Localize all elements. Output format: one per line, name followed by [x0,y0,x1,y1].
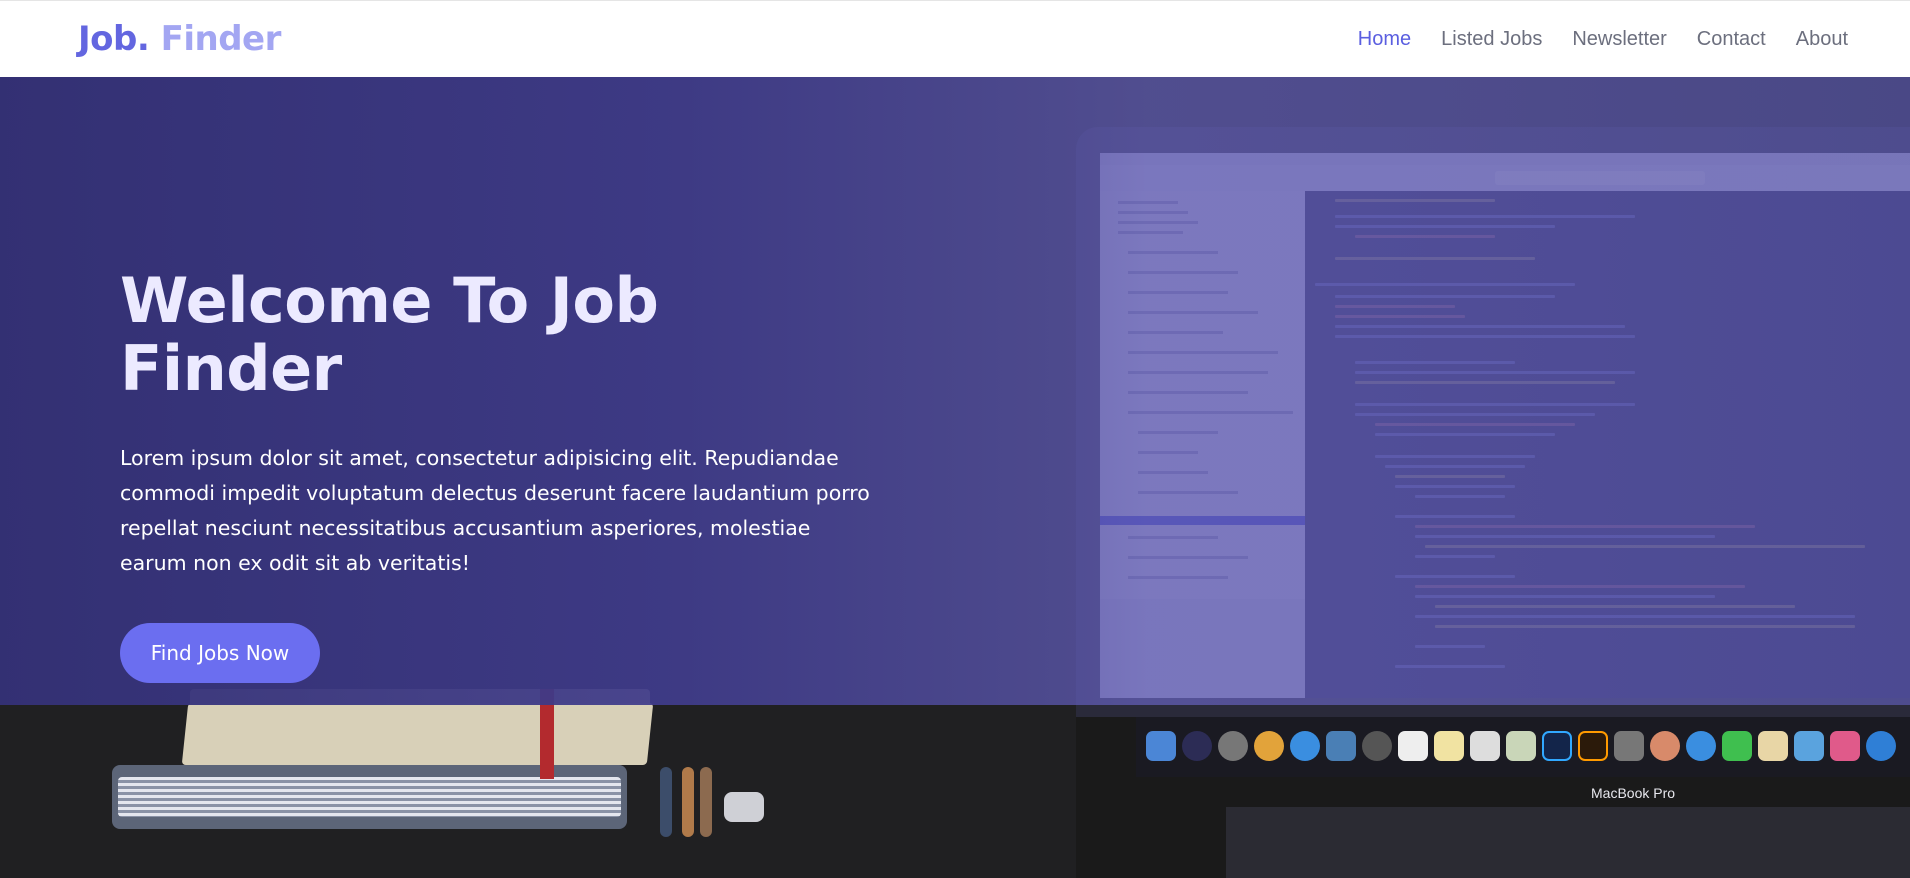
maps-icon [1506,731,1536,761]
illustrator-icon [1578,731,1608,761]
nav-link-newsletter[interactable]: Newsletter [1572,28,1666,51]
settings-icon [1362,731,1392,761]
nav-link-listed-jobs[interactable]: Listed Jobs [1441,28,1542,51]
main-nav: Home Listed Jobs Newsletter Contact Abou… [1358,28,1848,51]
logo-part-finder: Finder [160,19,282,59]
mac-dock [1140,723,1910,769]
hero-description: Lorem ipsum dolor sit amet, consectetur … [120,446,870,576]
siri-icon [1182,731,1212,761]
book [181,703,654,765]
launchpad-icon [1218,731,1248,761]
navbar: Job. Finder Home Listed Jobs Newsletter … [0,0,1910,77]
eraser [724,792,764,822]
preview-icon [1326,731,1356,761]
nav-link-contact[interactable]: Contact [1697,28,1766,51]
pen [660,767,672,837]
numbers-icon [1794,731,1824,761]
pencil [682,767,694,837]
safari-icon [1290,731,1320,761]
find-jobs-button[interactable]: Find Jobs Now [120,623,320,684]
hero-title: Welcome To Job Finder [120,264,659,406]
messages-icon [1686,731,1716,761]
itunes-icon [1830,731,1860,761]
app-store-icon [1866,731,1896,761]
hero-section: MacBook Pro Welcome To Job Finder Lorem … [0,77,1910,878]
reminders-icon [1470,731,1500,761]
hero-content: Welcome To Job Finder Lorem ipsum dolor … [120,264,900,684]
laptop-brand-label: MacBook Pro [1591,785,1676,801]
photoshop-icon [1542,731,1572,761]
laptop-keyboard [1226,807,1910,878]
pages-icon [1758,731,1788,761]
app-icon [1614,731,1644,761]
nav-link-home[interactable]: Home [1358,28,1411,51]
chrome-icon [1254,731,1284,761]
logo-part-job: Job. [78,19,150,59]
notes-icon [1434,731,1464,761]
finder-icon [1146,731,1176,761]
photos-icon [1650,731,1680,761]
calendar-icon [1398,731,1428,761]
nav-link-about[interactable]: About [1796,28,1848,51]
site-logo[interactable]: Job. Finder [78,19,281,59]
notebook-pages [118,777,621,817]
facetime-icon [1722,731,1752,761]
pencil [700,767,712,837]
